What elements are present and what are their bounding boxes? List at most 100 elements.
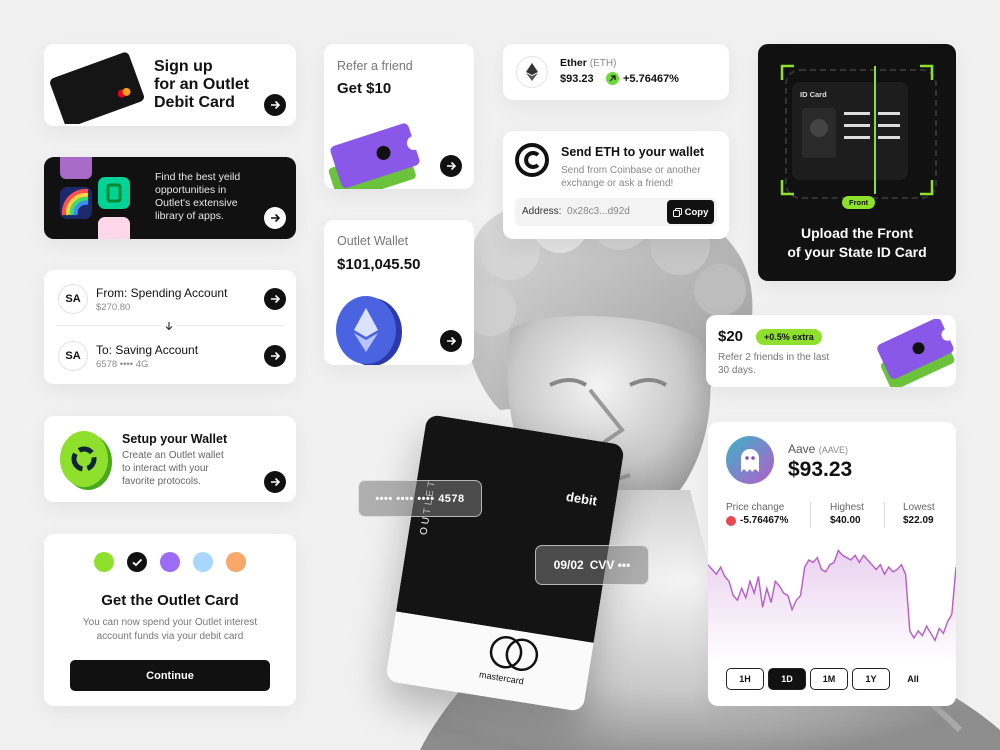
from-label: From: Spending Account: [96, 286, 228, 300]
address-bar: Address: 0x28c3...d92d Copy: [515, 198, 717, 226]
ether-ticker: (ETH): [589, 58, 617, 69]
cvv-label: CVV •••: [589, 558, 631, 572]
color-swatch[interactable]: [94, 552, 114, 572]
ether-price-card[interactable]: Ether (ETH) $93.23 +5.76467%: [503, 44, 729, 100]
aave-name: Aave: [788, 442, 816, 456]
aave-logo-icon: [726, 436, 774, 484]
id-card-line2: of your State ID Card: [787, 244, 927, 260]
aave-price-chart: [708, 549, 956, 664]
setup-wallet-card[interactable]: Setup your Wallet Create an Outlet walle…: [44, 416, 296, 502]
lowest-value: $22.09: [903, 515, 934, 526]
arrow-right-icon: [271, 351, 280, 361]
send-eth-line1: Send from Coinbase or another: [561, 165, 701, 176]
timeframe-button-1m[interactable]: 1M: [810, 668, 848, 690]
chart-area: [708, 550, 956, 664]
ether-price: $93.23: [560, 73, 594, 85]
to-avatar: SA: [58, 341, 88, 371]
highest-value: $40.00: [830, 515, 861, 526]
signup-line1: Sign up: [154, 58, 213, 75]
coinbase-logo-icon: [515, 143, 549, 177]
referral-bonus-card[interactable]: $20 +0.5% extra Refer 2 friends in the l…: [706, 315, 956, 387]
timeframe-button-1y[interactable]: 1Y: [852, 668, 890, 690]
bonus-amount: $20: [718, 328, 744, 345]
signup-card[interactable]: Sign up for an Outlet Debit Card: [44, 44, 296, 126]
app-icon-uniswap: [98, 217, 130, 239]
app-icon-rainbow: [60, 187, 92, 219]
lowest-label: Lowest: [903, 502, 935, 513]
get-outlet-card: Get the Outlet Card You can now spend yo…: [44, 534, 296, 706]
wallet-balance: $101,045.50: [337, 256, 421, 273]
continue-button[interactable]: Continue: [70, 660, 270, 691]
copy-icon: [672, 207, 682, 217]
yield-apps-card[interactable]: Find the best yeild opportunities in Out…: [44, 157, 296, 239]
from-amount: $270.80: [96, 302, 131, 313]
setup-line1: Create an Outlet wallet: [122, 450, 224, 461]
highest-label: Highest: [830, 502, 864, 513]
yield-line2: opportunities in: [155, 184, 227, 196]
timeframe-button-1h[interactable]: 1H: [726, 668, 764, 690]
refer-title: Refer a friend: [337, 59, 413, 73]
stats-divider-2: [884, 502, 885, 528]
copy-button[interactable]: Copy: [667, 200, 714, 224]
transfer-down-icon: [162, 319, 176, 333]
setup-title: Setup your Wallet: [122, 432, 228, 446]
send-eth-card: Send ETH to your wallet Send from Coinba…: [503, 131, 729, 239]
signup-line2: for an Outlet: [154, 76, 250, 93]
color-swatch[interactable]: [226, 552, 246, 572]
aave-price: $93.23: [788, 458, 853, 481]
send-eth-title: Send ETH to your wallet: [561, 145, 705, 159]
ticket-icon: [877, 319, 955, 387]
arrow-right-icon: [271, 294, 280, 304]
ticket-icon: [328, 123, 421, 189]
eth-logo-icon: [516, 56, 548, 88]
yield-line3: Outlet's extensive: [155, 197, 238, 209]
refer-arrow-button[interactable]: [440, 155, 462, 177]
setup-line3: favorite protocols.: [122, 476, 201, 487]
refer-card[interactable]: Refer a friend Get $10: [324, 44, 474, 189]
arrow-right-icon: [271, 477, 280, 487]
bonus-line1: Refer 2 friends in the last: [718, 352, 830, 363]
upload-id-card[interactable]: ID Card Front Upload the Front of your S…: [758, 44, 956, 281]
color-swatch[interactable]: [127, 552, 147, 572]
outlet-card-line1: You can now spend your Outlet interest: [82, 617, 258, 628]
debit-card-image: [50, 52, 144, 124]
outlet-wallet-card[interactable]: Outlet Wallet $101,045.50: [324, 220, 474, 365]
aave-ticker: (AAVE): [818, 445, 849, 455]
arrow-right-icon: [271, 100, 280, 110]
eth-coin-icon: [336, 296, 402, 365]
wallet-coin-icon: [60, 431, 112, 490]
wallet-title: Outlet Wallet: [337, 234, 409, 248]
transfer-card: SA From: Spending Account $270.80 SA To:…: [44, 270, 296, 384]
color-swatch[interactable]: [193, 552, 213, 572]
send-eth-line2: exchange or ask a friend!: [561, 178, 674, 189]
stats-divider-1: [810, 502, 811, 528]
timeframe-button-1d[interactable]: 1D: [768, 668, 806, 690]
arrow-right-icon: [271, 213, 280, 223]
to-arrow-button[interactable]: [264, 345, 286, 367]
setup-line2: to interact with your: [122, 463, 209, 474]
id-card-line1: Upload the Front: [801, 225, 913, 241]
color-swatch[interactable]: [160, 552, 180, 572]
to-number: 6578 •••• 4G: [96, 359, 149, 370]
signup-arrow-button[interactable]: [264, 94, 286, 116]
from-arrow-button[interactable]: [264, 288, 286, 310]
arrow-right-icon: [447, 336, 456, 346]
bonus-line2: 30 days.: [718, 365, 756, 376]
address-label: Address:: [522, 206, 562, 217]
id-card-label: ID Card: [800, 90, 827, 99]
id-scan-illustration: [780, 64, 937, 199]
outlet-card-title: Get the Outlet Card: [101, 592, 239, 609]
ether-change: +5.76467%: [623, 73, 679, 85]
yield-arrow-button[interactable]: [264, 207, 286, 229]
check-icon: [132, 558, 143, 567]
setup-arrow-button[interactable]: [264, 471, 286, 493]
signup-line3: Debit Card: [154, 94, 235, 111]
from-avatar: SA: [58, 284, 88, 314]
card-number-chip: •••• •••• •••• 4578: [358, 480, 482, 517]
timeframe-button-all[interactable]: All: [894, 668, 932, 690]
wallet-arrow-button[interactable]: [440, 330, 462, 352]
app-icon-ghost: [60, 157, 92, 179]
bonus-badge: +0.5% extra: [756, 329, 822, 345]
ether-up-icon: [606, 72, 619, 85]
expiry-label: 09/02: [553, 558, 584, 572]
